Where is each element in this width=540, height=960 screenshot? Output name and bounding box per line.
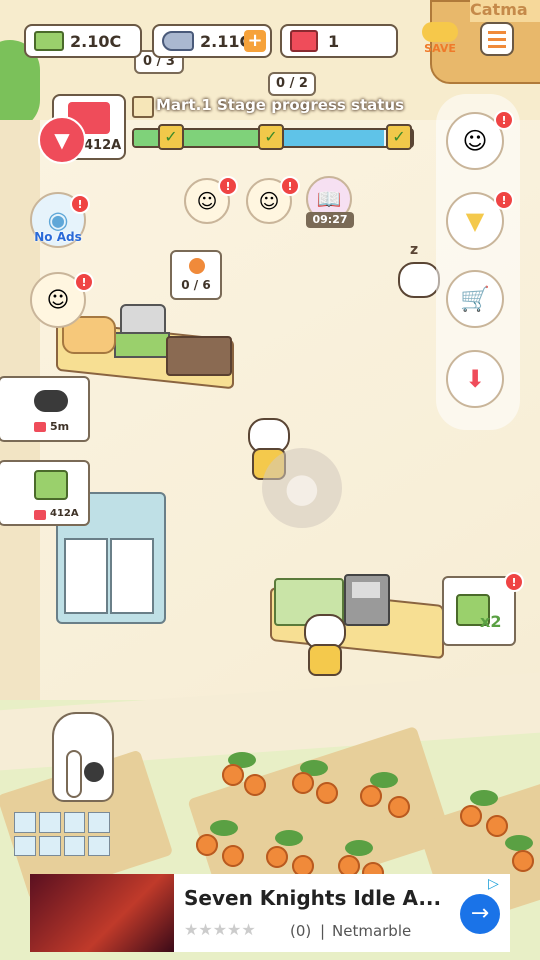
fish-icon [162, 31, 194, 51]
stage-progress-panel: Mart.1 Stage progress status ✓ ✓ ✓ [132, 94, 416, 156]
add-fish-button[interactable]: + [244, 30, 266, 52]
ad-image [30, 874, 174, 952]
milk-tank[interactable] [52, 712, 114, 802]
book-timer: 09:27 [306, 212, 354, 228]
black-cat-icon [34, 390, 68, 412]
ad-separator: | [320, 922, 326, 940]
cart-icon: 🛒 [460, 285, 490, 313]
alert-badge: ! [218, 176, 238, 196]
orange-count: 0 / 6 [181, 278, 211, 292]
paw-icon: ● [284, 465, 320, 511]
ad-arrow-button[interactable]: → [460, 894, 500, 934]
stove [114, 332, 170, 358]
checkpoint-2-icon: ✓ [258, 124, 284, 150]
ticket-icon [34, 422, 46, 432]
checkpoint-3-icon: ✓ [386, 124, 412, 150]
cat-face-icon: ☺ [258, 189, 280, 213]
cat-upgrade-button[interactable]: ☺ ! [446, 110, 514, 170]
save-button[interactable]: SAVE [420, 22, 460, 58]
game-scene[interactable]: Catma z ● 0 / 3 0 / 2 0 / 6 Mart.1 Stage… [0, 0, 540, 960]
cash-register[interactable] [344, 574, 390, 626]
checkpoint-1-icon: ✓ [158, 124, 184, 150]
alert-badge: ! [70, 194, 90, 214]
ad-stars: ★★★★★ [184, 920, 256, 939]
no-ads-label: No Ads [34, 230, 82, 244]
orange-icon [189, 258, 205, 274]
book-icon: 📖 [316, 187, 342, 211]
milk-crates [14, 812, 110, 856]
cloud-icon [422, 22, 458, 42]
paw-joystick[interactable]: ● [262, 448, 342, 528]
ticket-icon [290, 30, 318, 52]
cat-sleeping[interactable]: z [396, 242, 440, 304]
ticket-value: 1 [328, 31, 340, 51]
tshirt-icon: ▼ [465, 207, 485, 235]
cash-boost-card[interactable]: 412A [0, 460, 90, 526]
cats-upgrade-icon: ☺ [462, 127, 488, 155]
cash-icon [34, 31, 64, 51]
menu-button[interactable] [480, 22, 514, 56]
shop-cart-button[interactable]: 🛒 [446, 270, 504, 328]
alert-badge: ! [504, 572, 524, 592]
alert-badge: ! [280, 176, 300, 196]
cat-cashier[interactable] [300, 614, 346, 676]
expand-button[interactable]: ⬇ [446, 350, 504, 408]
adchoices-icon[interactable]: ▷ [488, 876, 506, 892]
alert-badge: ! [74, 272, 94, 292]
cat-gift-button[interactable]: ☺ ! [30, 272, 94, 328]
save-label: SAVE [424, 42, 456, 55]
ticket-pill[interactable]: 1 [280, 24, 398, 58]
download-expand-icon: ⬇ [464, 365, 486, 393]
ad-rating: (0) [290, 922, 312, 940]
outfit-shop-button[interactable]: ▼ ! [446, 190, 514, 250]
cutting-board[interactable] [166, 336, 232, 376]
ad-banner[interactable]: Seven Knights Idle A... ★★★★★ (0) | Netm… [30, 874, 510, 952]
cash-value: 2.10C [70, 31, 122, 51]
alert-badge: ! [494, 190, 514, 210]
menu-icon [488, 31, 506, 34]
orange-count-card: 0 / 6 [170, 250, 222, 300]
shirt-icon: ▼ [54, 128, 70, 152]
cat-timer-value: 5m [50, 420, 70, 433]
cash-boost-cost: 412A [50, 508, 79, 519]
fish-pill[interactable]: 2.11C + [152, 24, 272, 58]
video-cost: 412A [84, 138, 122, 153]
cash-stack-icon [34, 470, 68, 500]
ticket-icon [34, 510, 46, 520]
cat-face-icon: ☺ [196, 189, 218, 213]
outfit-button[interactable]: ▼ [38, 116, 86, 164]
cat-timer-card[interactable]: 5m [0, 376, 90, 442]
ad-publisher: Netmarble [332, 922, 412, 940]
cash-pill[interactable]: 2.10C [24, 24, 142, 58]
cat-face-icon: ☺ [46, 287, 70, 313]
cash-multiplier-button[interactable]: x2 ! [442, 572, 524, 646]
calendar-icon [132, 96, 154, 118]
multiplier-label: x2 [480, 612, 502, 631]
stage-title: Mart.1 Stage progress status [156, 96, 405, 114]
shop-sign: Catma [470, 0, 540, 22]
shelf-b-label: 0 / 2 [268, 72, 316, 96]
customer-cat-2-button[interactable]: ☺ ! [246, 176, 300, 224]
alert-badge: ! [494, 110, 514, 130]
customer-cat-1-button[interactable]: ☺ ! [184, 176, 238, 224]
ad-title: Seven Knights Idle A... [184, 886, 442, 910]
